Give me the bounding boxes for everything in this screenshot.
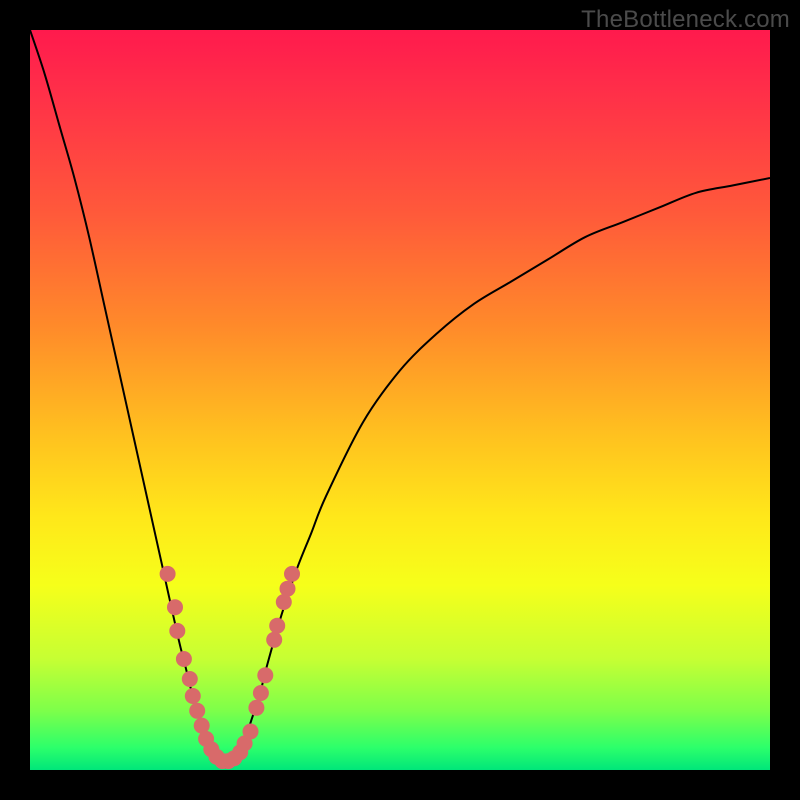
chart-frame: TheBottleneck.com: [0, 0, 800, 800]
bead-group: [160, 566, 300, 769]
watermark-text: TheBottleneck.com: [581, 6, 790, 34]
bottleneck-svg: [30, 30, 770, 770]
bead-dot: [257, 667, 273, 683]
bead-dot: [176, 651, 192, 667]
bead-dot: [167, 599, 183, 615]
bead-dot: [189, 703, 205, 719]
bead-dot: [185, 688, 201, 704]
bead-dot: [243, 724, 259, 740]
bead-dot: [160, 566, 176, 582]
bead-dot: [269, 618, 285, 634]
bead-dot: [169, 623, 185, 639]
bead-dot: [182, 671, 198, 687]
bead-dot: [248, 700, 264, 716]
bead-dot: [253, 685, 269, 701]
bead-dot: [280, 581, 296, 597]
bead-dot: [284, 566, 300, 582]
bottleneck-curve: [30, 30, 770, 764]
plot-area: [30, 30, 770, 770]
bead-dot: [266, 632, 282, 648]
